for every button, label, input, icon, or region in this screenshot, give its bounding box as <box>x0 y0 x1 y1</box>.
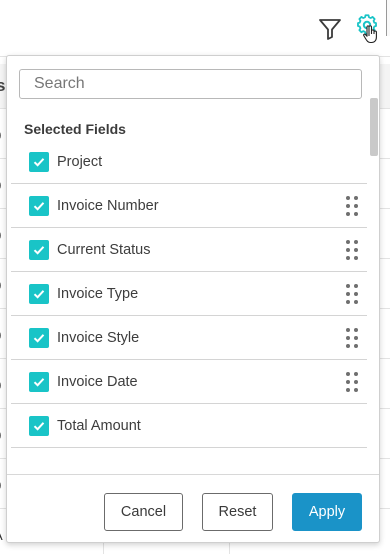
field-checkbox[interactable] <box>29 416 49 436</box>
field-checkbox[interactable] <box>29 284 49 304</box>
drag-handle-icon[interactable] <box>345 327 359 349</box>
field-checkbox[interactable] <box>29 328 49 348</box>
table-cell-fragment: 0 <box>0 228 1 243</box>
field-row-total-amount[interactable]: Total Amount <box>11 404 367 448</box>
field-label: Invoice Date <box>57 374 138 390</box>
table-header-fragment: s <box>0 76 6 95</box>
selected-fields-list: Project Invoice Number Current Status In… <box>11 140 367 448</box>
checkmark-icon <box>33 246 45 255</box>
drag-handle-icon[interactable] <box>345 195 359 217</box>
field-row-current-status[interactable]: Current Status <box>11 228 367 272</box>
reset-button[interactable]: Reset <box>202 493 273 531</box>
filter-button[interactable] <box>316 14 344 44</box>
field-row-invoice-number[interactable]: Invoice Number <box>11 184 367 228</box>
table-cell-fragment: A <box>0 528 3 543</box>
column-settings-button[interactable] <box>354 14 382 44</box>
cancel-button[interactable]: Cancel <box>104 493 183 531</box>
field-label: Invoice Number <box>57 198 159 214</box>
field-checkbox[interactable] <box>29 152 49 172</box>
drag-handle-icon[interactable] <box>345 283 359 305</box>
section-title: Selected Fields <box>24 121 126 137</box>
table-cell-fragment: 0 <box>0 178 1 193</box>
field-checkbox[interactable] <box>29 372 49 392</box>
table-cell-fragment: 0 <box>0 328 1 343</box>
gear-icon <box>357 14 377 44</box>
checkmark-icon <box>33 378 45 387</box>
checkmark-icon <box>33 290 45 299</box>
field-label: Project <box>57 154 103 170</box>
column-chooser-panel: Selected Fields Project Invoice Number <box>6 55 380 543</box>
table-cell-fragment: 0 <box>0 428 1 443</box>
drag-handle-icon[interactable] <box>345 371 359 393</box>
field-row-invoice-style[interactable]: Invoice Style <box>11 316 367 360</box>
field-row-invoice-type[interactable]: Invoice Type <box>11 272 367 316</box>
field-checkbox[interactable] <box>29 240 49 260</box>
apply-button[interactable]: Apply <box>292 493 362 531</box>
table-cell-fragment: 0 <box>0 128 1 143</box>
footer-divider <box>7 474 379 475</box>
checkmark-icon <box>33 202 45 211</box>
drag-handle-icon[interactable] <box>345 239 359 261</box>
field-label: Total Amount <box>57 418 141 434</box>
funnel-icon <box>319 19 341 40</box>
field-checkbox[interactable] <box>29 196 49 216</box>
table-cell-fragment: 0 <box>0 378 1 393</box>
search-input[interactable] <box>19 69 362 99</box>
field-row-invoice-date[interactable]: Invoice Date <box>11 360 367 404</box>
page: s 0 0 0 0 0 0 0 0 A <box>0 0 390 554</box>
table-cell-fragment: 0 <box>0 478 1 493</box>
field-label: Invoice Style <box>57 330 140 346</box>
field-label: Current Status <box>57 242 151 258</box>
scrollbar-thumb[interactable] <box>370 98 378 156</box>
field-row-project[interactable]: Project <box>11 140 367 184</box>
table-cell-fragment: 0 <box>0 278 1 293</box>
checkmark-icon <box>33 422 45 431</box>
toolbar-edge <box>386 0 390 36</box>
checkmark-icon <box>33 334 45 343</box>
field-label: Invoice Type <box>57 286 139 302</box>
checkmark-icon <box>33 158 45 167</box>
